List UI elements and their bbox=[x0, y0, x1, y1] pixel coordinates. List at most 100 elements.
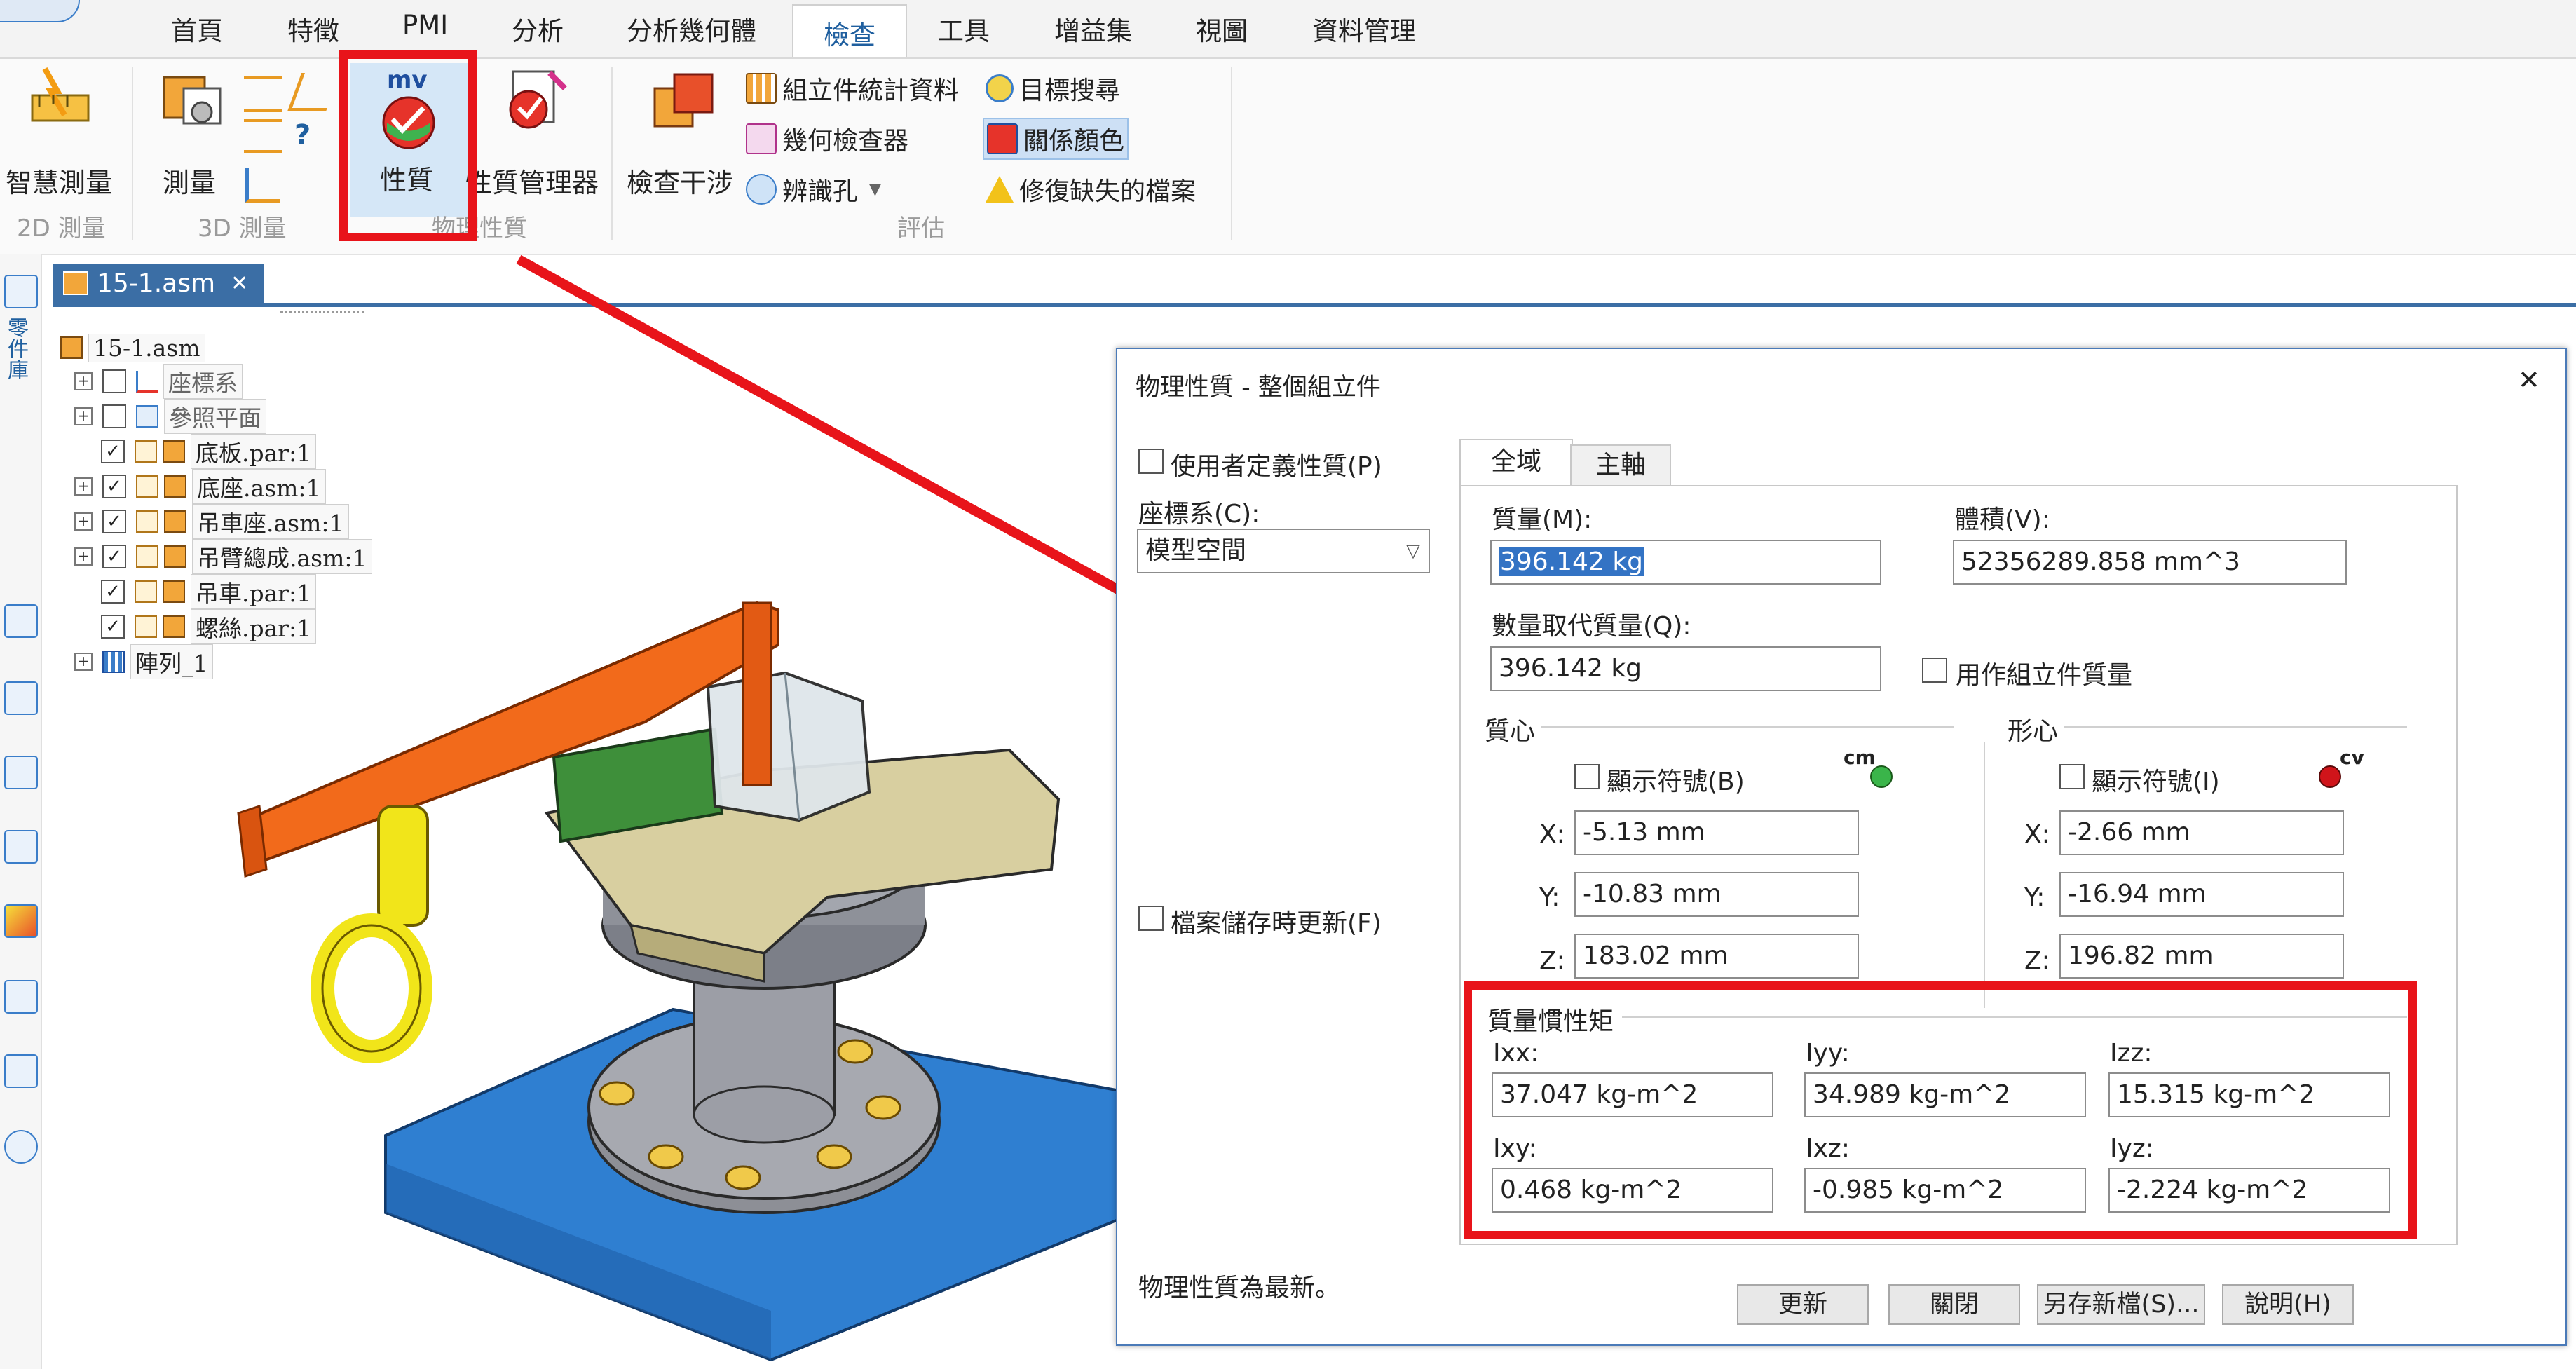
visibility-checkbox[interactable]: ✓ bbox=[102, 475, 126, 498]
mass-override-label: 數量取代質量(Q): bbox=[1492, 612, 1691, 641]
centroid-y-field[interactable]: -16.94 mm bbox=[2059, 872, 2344, 917]
tab-addins[interactable]: 增益集 bbox=[1054, 10, 1132, 48]
com-z-field[interactable]: 183.02 mm bbox=[1574, 934, 1859, 979]
user-defined-checkbox[interactable] bbox=[1138, 449, 1164, 474]
lock-icon bbox=[136, 510, 158, 533]
measure-length-icon[interactable] bbox=[244, 119, 282, 153]
appearance-icon[interactable] bbox=[4, 756, 38, 789]
help-button[interactable]: 說明(H) bbox=[2222, 1284, 2354, 1325]
tab-global[interactable]: 全域 bbox=[1459, 439, 1573, 486]
centroid-symbol-text: cv bbox=[2340, 746, 2364, 769]
property-manager-button[interactable]: 性質管理器 bbox=[465, 67, 606, 200]
render-icon[interactable] bbox=[4, 904, 38, 938]
close-icon[interactable]: ✕ bbox=[231, 271, 248, 296]
tab-data-management[interactable]: 資料管理 bbox=[1312, 10, 1416, 48]
chevron-down-icon[interactable]: ▼ bbox=[869, 181, 881, 198]
hook bbox=[311, 805, 432, 1063]
tab-inspect[interactable]: 檢查 bbox=[792, 4, 907, 57]
tree-item-label: 底座.asm:1 bbox=[192, 469, 326, 504]
assembly-doc-icon bbox=[63, 271, 88, 295]
relationship-color-button[interactable]: 關係顏色 bbox=[983, 118, 1129, 160]
target-search-button[interactable]: 目標搜尋 bbox=[986, 70, 1120, 107]
tree-item-coordinate-systems[interactable]: + 座標系 bbox=[74, 364, 243, 399]
tab-features[interactable]: 特徵 bbox=[287, 10, 339, 48]
pane-splitter[interactable] bbox=[280, 311, 364, 318]
use-as-assembly-mass-checkbox[interactable] bbox=[1922, 658, 1947, 683]
tree-item-label: 參照平面 bbox=[164, 399, 266, 434]
smart-measure-button[interactable]: 智慧測量 bbox=[6, 67, 118, 200]
group-label-2d-measure: 2D 測量 bbox=[17, 214, 106, 243]
tree-item-reference-planes[interactable]: + 參照平面 bbox=[74, 399, 266, 434]
tab-home[interactable]: 首頁 bbox=[171, 10, 223, 48]
tree-root-label: 15-1.asm bbox=[88, 333, 205, 362]
show-centroid-symbol-checkbox[interactable] bbox=[2059, 764, 2085, 789]
save-as-button[interactable]: 另存新檔(S)... bbox=[2037, 1284, 2205, 1325]
tree-root[interactable]: 15-1.asm bbox=[60, 332, 205, 363]
update-button[interactable]: 更新 bbox=[1737, 1284, 1869, 1325]
measure-query-icon[interactable]: ? bbox=[294, 119, 329, 151]
identify-holes-button[interactable]: 辨識孔 ▼ bbox=[746, 171, 881, 207]
geometry-inspector-button[interactable]: 幾何檢查器 bbox=[746, 121, 908, 157]
com-z-label: Z: bbox=[1539, 946, 1565, 975]
tab-tools[interactable]: 工具 bbox=[938, 10, 990, 48]
smart-measure-label: 智慧測量 bbox=[6, 168, 113, 198]
centroid-x-value: -2.66 mm bbox=[2068, 818, 2190, 847]
measure-label: 測量 bbox=[163, 168, 217, 198]
settings-gear-icon[interactable] bbox=[4, 1130, 38, 1164]
relationship-color-icon bbox=[987, 123, 1018, 154]
tab-analysis[interactable]: 分析 bbox=[512, 10, 564, 48]
reports-icon[interactable] bbox=[4, 980, 38, 1014]
tree-item-base-assembly[interactable]: + ✓ 底座.asm:1 bbox=[74, 469, 326, 504]
visibility-checkbox[interactable]: ✓ bbox=[101, 440, 125, 463]
measure-distance-icon[interactable] bbox=[244, 76, 282, 112]
repair-missing-files-button[interactable]: 修復缺失的檔案 bbox=[986, 171, 1196, 207]
tab-pmi[interactable]: PMI bbox=[402, 10, 448, 40]
visibility-checkbox[interactable]: ✓ bbox=[102, 510, 126, 533]
visibility-checkbox[interactable] bbox=[102, 404, 126, 428]
property-manager-label: 性質管理器 bbox=[465, 168, 599, 198]
sensors-icon[interactable] bbox=[4, 681, 38, 715]
pathfinder-icon[interactable] bbox=[4, 275, 38, 308]
close-icon[interactable]: ✕ bbox=[2518, 365, 2540, 395]
centroid-z-field[interactable]: 196.82 mm bbox=[2059, 934, 2344, 979]
assembly-icon bbox=[60, 336, 83, 359]
check-interference-button[interactable]: 檢查干涉 bbox=[624, 67, 743, 200]
check-interference-label: 檢查干涉 bbox=[627, 168, 734, 198]
document-tab-title: 15-1.asm bbox=[97, 268, 216, 298]
expand-icon[interactable]: + bbox=[74, 407, 93, 425]
tree-item-base-plate[interactable]: ✓ 底板.par:1 bbox=[101, 434, 317, 469]
tree-item-label: 吊車座.asm:1 bbox=[192, 504, 349, 539]
assembly-icon bbox=[164, 475, 186, 498]
tab-view[interactable]: 視圖 bbox=[1196, 10, 1248, 48]
layers-icon[interactable] bbox=[4, 604, 38, 638]
com-x-field[interactable]: -5.13 mm bbox=[1574, 810, 1859, 855]
assembly-icon bbox=[164, 510, 186, 533]
mass-label: 質量(M): bbox=[1492, 505, 1593, 534]
document-tab[interactable]: 15-1.asm ✕ bbox=[53, 264, 264, 303]
measure-button[interactable]: 測量 bbox=[151, 67, 236, 200]
com-y-field[interactable]: -10.83 mm bbox=[1574, 872, 1859, 917]
help-query-icon[interactable] bbox=[4, 830, 38, 864]
tree-item-crane-seat[interactable]: + ✓ 吊車座.asm:1 bbox=[74, 504, 349, 539]
com-x-label: X: bbox=[1539, 820, 1565, 849]
app-menu-icon[interactable] bbox=[0, 0, 80, 22]
coordinate-system-select[interactable]: 模型空間 ▽ bbox=[1137, 529, 1430, 573]
show-com-symbol-checkbox[interactable] bbox=[1574, 764, 1600, 789]
visibility-checkbox[interactable] bbox=[102, 369, 126, 393]
tab-analyze-geometry[interactable]: 分析幾何體 bbox=[627, 10, 756, 48]
mass-override-field[interactable]: 396.142 kg bbox=[1490, 646, 1881, 691]
tab-principal[interactable]: 主軸 bbox=[1570, 444, 1671, 486]
assembly-stats-button[interactable]: 組立件統計資料 bbox=[746, 70, 959, 107]
volume-field[interactable]: 52356289.858 mm^3 bbox=[1953, 540, 2347, 585]
ribbon-separator bbox=[132, 67, 133, 240]
centroid-x-field[interactable]: -2.66 mm bbox=[2059, 810, 2344, 855]
measure-axis-icon[interactable] bbox=[245, 168, 280, 203]
expand-icon[interactable]: + bbox=[74, 477, 93, 496]
feature-library-icon[interactable] bbox=[4, 1054, 38, 1088]
expand-icon[interactable]: + bbox=[74, 372, 93, 390]
mass-field[interactable]: 396.142 kg bbox=[1490, 540, 1881, 585]
expand-icon[interactable]: + bbox=[74, 512, 93, 531]
update-on-save-checkbox[interactable] bbox=[1138, 906, 1164, 931]
parts-library-tab[interactable]: 零件庫 bbox=[4, 317, 31, 380]
close-button[interactable]: 關閉 bbox=[1888, 1284, 2020, 1325]
